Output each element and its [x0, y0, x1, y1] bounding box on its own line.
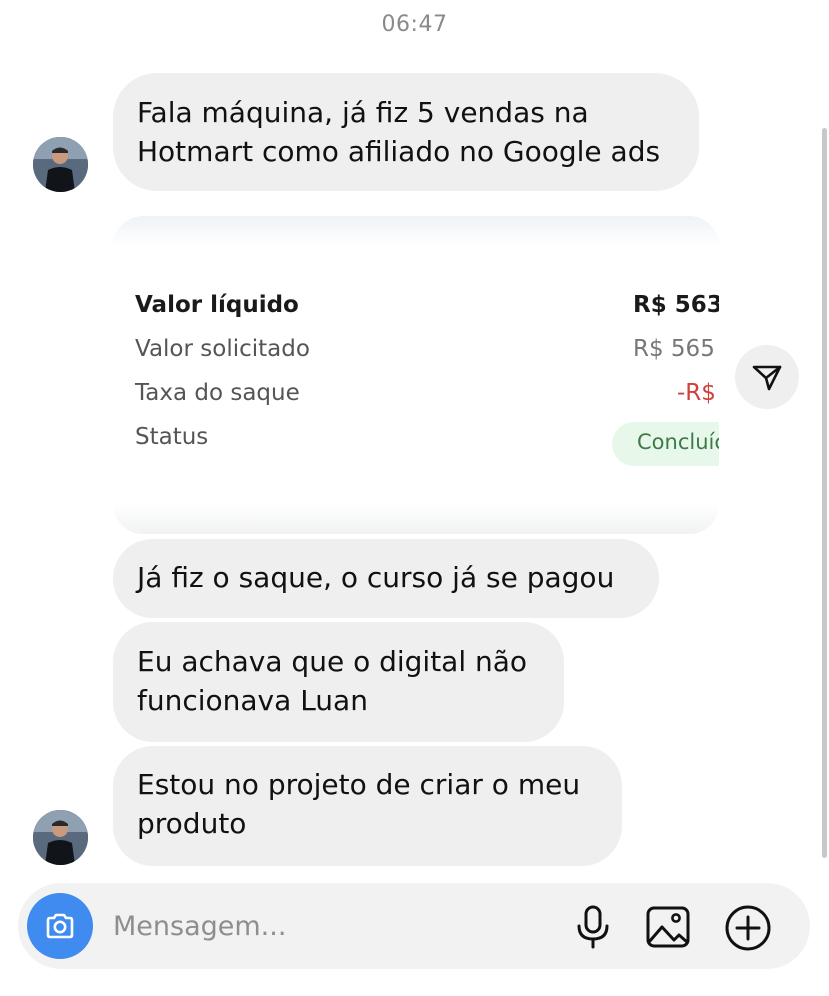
message-text: Estou no projeto de criar o meu [137, 768, 581, 801]
receipt-image[interactable]: Valor líquido R$ 563 Valor solicitado R$… [113, 216, 719, 534]
message-composer [18, 883, 810, 969]
microphone-button[interactable] [570, 904, 616, 950]
message-bubble[interactable]: Já fiz o saque, o curso já se pagou [113, 539, 659, 618]
avatar-photo-icon [33, 137, 88, 192]
message-text: Fala máquina, já fiz 5 vendas na [137, 96, 589, 129]
status-badge: Concluíc [612, 422, 719, 466]
message-text: funcionava Luan [137, 684, 368, 717]
message-bubble[interactable]: Fala máquina, já fiz 5 vendas na Hotmart… [113, 73, 699, 191]
receipt-row: Valor líquido R$ 563 [135, 292, 719, 324]
message-text: Eu achava que o digital não [137, 645, 528, 678]
receipt-row: Valor solicitado R$ 565 [135, 336, 719, 368]
add-button[interactable] [724, 904, 771, 951]
message-text: Hotmart como afiliado no Google ads [137, 135, 661, 168]
receipt-label: Status [135, 424, 209, 450]
message-timestamp: 06:47 [381, 12, 448, 37]
receipt-top-edge [113, 216, 719, 246]
receipt-bottom-edge [113, 504, 719, 534]
receipt-label: Taxa do saque [135, 380, 300, 406]
plus-circle-icon [725, 905, 771, 951]
camera-icon [46, 913, 74, 939]
camera-button[interactable] [27, 893, 93, 959]
send-arrow-icon [752, 365, 782, 391]
scrollbar[interactable] [822, 128, 827, 858]
avatar[interactable] [33, 810, 88, 865]
message-bubble[interactable]: Eu achava que o digital não funcionava L… [113, 622, 564, 742]
receipt-label: Valor solicitado [135, 336, 310, 362]
message-text: produto [137, 807, 247, 840]
receipt-label: Valor líquido [135, 292, 299, 318]
image-gallery-icon [646, 906, 690, 948]
receipt-row: Taxa do saque -R$ 1 [135, 380, 719, 412]
microphone-icon [577, 905, 609, 949]
receipt-value: -R$ 1 [677, 380, 719, 406]
message-input[interactable] [113, 906, 553, 946]
receipt-value: R$ 563 [633, 292, 719, 318]
gallery-button[interactable] [645, 904, 691, 950]
receipt-value: R$ 565 [633, 336, 715, 362]
share-button[interactable] [735, 345, 799, 409]
message-text: Já fiz o saque, o curso já se pagou [137, 561, 615, 594]
avatar[interactable] [33, 137, 88, 192]
avatar-photo-icon [33, 810, 88, 865]
message-bubble[interactable]: Estou no projeto de criar o meu produto [113, 746, 622, 866]
